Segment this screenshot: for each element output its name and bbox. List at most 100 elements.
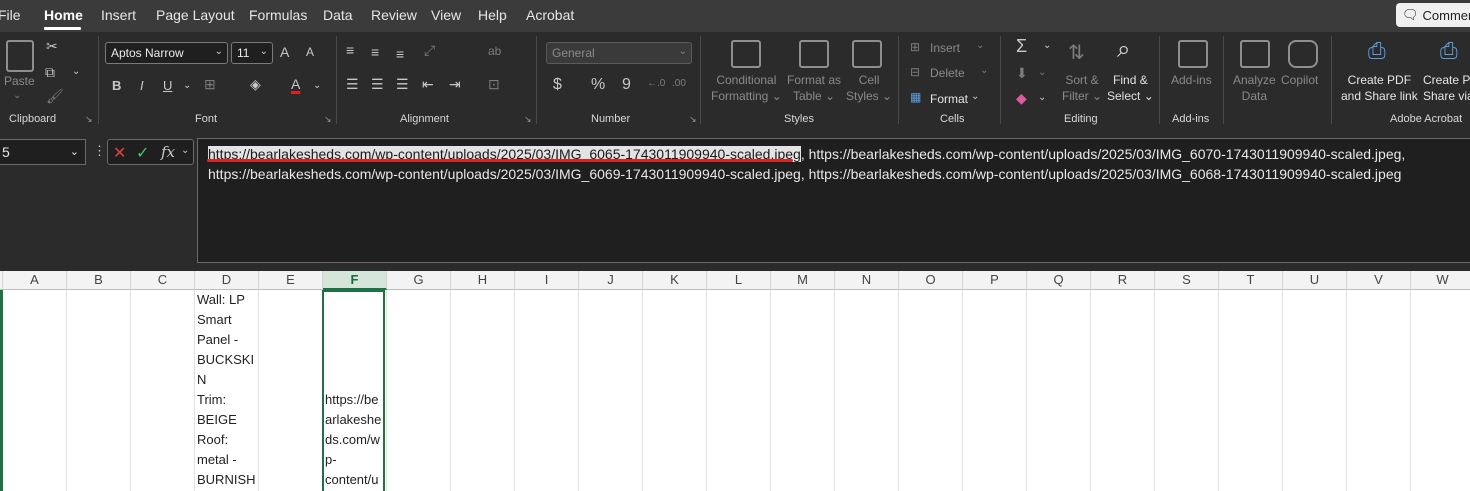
cancel-icon[interactable]: ✕ bbox=[113, 143, 126, 163]
analyze-data-icon[interactable] bbox=[1240, 40, 1270, 68]
column-header-b[interactable]: B bbox=[67, 271, 131, 290]
underline-chevron-icon[interactable]: ⌄ bbox=[183, 80, 191, 91]
formula-input[interactable]: https://bearlakesheds.com/wp-content/upl… bbox=[197, 138, 1470, 263]
tab-home[interactable]: Home bbox=[44, 7, 83, 23]
column-header-e[interactable]: E bbox=[259, 271, 323, 290]
shrink-font-icon[interactable]: A bbox=[306, 45, 314, 59]
fx-chevron-icon[interactable]: ⌄ bbox=[181, 145, 189, 156]
number-launcher-icon[interactable]: ↘ bbox=[689, 114, 697, 125]
column-header-u[interactable]: U bbox=[1283, 271, 1347, 290]
name-box[interactable]: 5 ⌄ bbox=[0, 139, 86, 165]
format-as-table-icon[interactable] bbox=[799, 40, 829, 68]
column-header-l[interactable]: L bbox=[707, 271, 771, 290]
tab-review[interactable]: Review bbox=[371, 7, 417, 23]
column-header-q[interactable]: Q bbox=[1027, 271, 1091, 290]
align-bottom-icon[interactable]: ≡ bbox=[396, 46, 404, 62]
increase-indent-icon[interactable]: ⇥ bbox=[449, 76, 461, 93]
create-pdf-icon[interactable]: ⎙ bbox=[1368, 38, 1386, 64]
clipboard-launcher-icon[interactable]: ↘ bbox=[85, 114, 93, 125]
tab-view[interactable]: View bbox=[431, 7, 461, 23]
underline-button[interactable]: U bbox=[163, 78, 172, 93]
percent-button[interactable]: % bbox=[591, 76, 605, 94]
delete-cells-icon[interactable]: ⊟ bbox=[910, 65, 920, 79]
column-header-p[interactable]: P bbox=[963, 271, 1027, 290]
clear-chevron-icon[interactable]: ⌄ bbox=[1038, 92, 1046, 103]
add-ins-icon[interactable] bbox=[1178, 40, 1208, 68]
find-select-icon[interactable]: ⌕ bbox=[1117, 36, 1130, 64]
bold-button[interactable]: B bbox=[112, 78, 121, 93]
format-cells-icon[interactable]: ▦ bbox=[910, 90, 921, 104]
cell-styles-button[interactable]: Cell Styles ⌄ bbox=[846, 72, 892, 104]
italic-button[interactable]: I bbox=[140, 78, 144, 93]
align-left-icon[interactable]: ☰ bbox=[346, 76, 359, 93]
fill-icon[interactable]: ⬇ bbox=[1016, 65, 1028, 82]
column-header-r[interactable]: R bbox=[1091, 271, 1155, 290]
column-header-i[interactable]: I bbox=[515, 271, 579, 290]
decrease-decimal-icon[interactable]: .00 bbox=[672, 78, 686, 89]
decrease-indent-icon[interactable]: ⇤ bbox=[422, 76, 434, 93]
grow-font-icon[interactable]: A bbox=[280, 44, 289, 60]
tab-insert[interactable]: Insert bbox=[101, 7, 136, 23]
sort-filter-button[interactable]: Sort & Filter ⌄ bbox=[1062, 72, 1102, 104]
copilot-button[interactable]: Copilot bbox=[1281, 72, 1318, 88]
paste-chevron-icon[interactable]: ⌄ bbox=[13, 90, 21, 101]
currency-button[interactable]: $ bbox=[553, 76, 562, 94]
font-family-select[interactable]: Aptos Narrow ⌄ bbox=[105, 42, 228, 64]
column-header-m[interactable]: M bbox=[771, 271, 835, 290]
tab-help[interactable]: Help bbox=[478, 7, 507, 23]
merge-center-icon[interactable]: ⊡ bbox=[488, 76, 500, 93]
paste-button-label[interactable]: Paste bbox=[4, 73, 35, 89]
delete-chevron-icon[interactable]: ⌄ bbox=[980, 65, 988, 76]
orientation-icon[interactable]: ⤢ bbox=[424, 42, 435, 59]
insert-chevron-icon[interactable]: ⌄ bbox=[976, 40, 984, 51]
column-header-g[interactable]: G bbox=[387, 271, 451, 290]
align-right-icon[interactable]: ☰ bbox=[396, 76, 409, 93]
fill-color-icon[interactable]: ◈ bbox=[250, 76, 261, 93]
wrap-text-icon[interactable]: ab bbox=[488, 44, 501, 58]
number-format-select[interactable]: General ⌄ bbox=[546, 42, 692, 64]
create-pdf-share-icon[interactable]: ⎙ bbox=[1440, 38, 1458, 64]
column-header-n[interactable]: N bbox=[835, 271, 899, 290]
column-header-d[interactable]: D bbox=[195, 271, 259, 290]
conditional-formatting-button[interactable]: Conditional Formatting ⌄ bbox=[711, 72, 782, 104]
column-header-w[interactable]: W bbox=[1411, 271, 1470, 290]
enter-check-icon[interactable]: ✓ bbox=[136, 143, 149, 163]
column-header-o[interactable]: O bbox=[899, 271, 963, 290]
tab-formulas[interactable]: Formulas bbox=[249, 7, 307, 23]
autosum-icon[interactable]: Σ bbox=[1016, 36, 1027, 57]
column-header-c[interactable]: C bbox=[131, 271, 195, 290]
format-chevron-icon[interactable]: ⌄ bbox=[971, 91, 979, 102]
cut-icon[interactable]: ✂ bbox=[46, 38, 58, 55]
tab-page-layout[interactable]: Page Layout bbox=[156, 7, 235, 23]
clear-icon[interactable]: ◆ bbox=[1016, 90, 1027, 107]
comments-button[interactable]: 🗨 Comment bbox=[1396, 3, 1470, 27]
column-header-t[interactable]: T bbox=[1219, 271, 1283, 290]
alignment-launcher-icon[interactable]: ↘ bbox=[524, 114, 532, 125]
column-header-v[interactable]: V bbox=[1347, 271, 1411, 290]
column-header-j[interactable]: J bbox=[579, 271, 643, 290]
delete-cells-button[interactable]: Delete bbox=[930, 65, 965, 81]
align-center-icon[interactable]: ☰ bbox=[371, 76, 384, 93]
column-header-f[interactable]: F bbox=[323, 271, 387, 290]
align-middle-icon[interactable]: ≡ bbox=[371, 44, 379, 60]
column-header-k[interactable]: K bbox=[643, 271, 707, 290]
insert-function-icon[interactable]: fx bbox=[161, 143, 175, 161]
comma-button[interactable]: 9 bbox=[622, 76, 631, 94]
conditional-formatting-icon[interactable] bbox=[731, 40, 761, 68]
borders-icon[interactable]: ⊞ bbox=[204, 76, 216, 93]
column-header-h[interactable]: H bbox=[451, 271, 515, 290]
paste-icon[interactable] bbox=[6, 40, 34, 72]
more-options-icon[interactable]: ⋮ bbox=[93, 143, 106, 159]
align-top-icon[interactable]: ≡ bbox=[346, 42, 354, 58]
analyze-data-button[interactable]: Analyze Data bbox=[1233, 72, 1276, 104]
format-painter-icon[interactable]: 🖌 bbox=[46, 88, 64, 105]
fill-chevron-icon[interactable]: ⌄ bbox=[1038, 67, 1046, 78]
column-header-s[interactable]: S bbox=[1155, 271, 1219, 290]
sort-filter-icon[interactable]: ⇅ bbox=[1068, 40, 1085, 65]
cell-d-text[interactable]: Wall: LP Smart Panel - BUCKSKI N Trim: B… bbox=[197, 290, 257, 490]
tab-data[interactable]: Data bbox=[323, 7, 353, 23]
cell-styles-icon[interactable] bbox=[852, 40, 882, 68]
format-cells-button[interactable]: Format bbox=[930, 91, 968, 107]
copilot-icon[interactable] bbox=[1288, 40, 1318, 68]
tab-file[interactable]: File bbox=[0, 7, 21, 23]
